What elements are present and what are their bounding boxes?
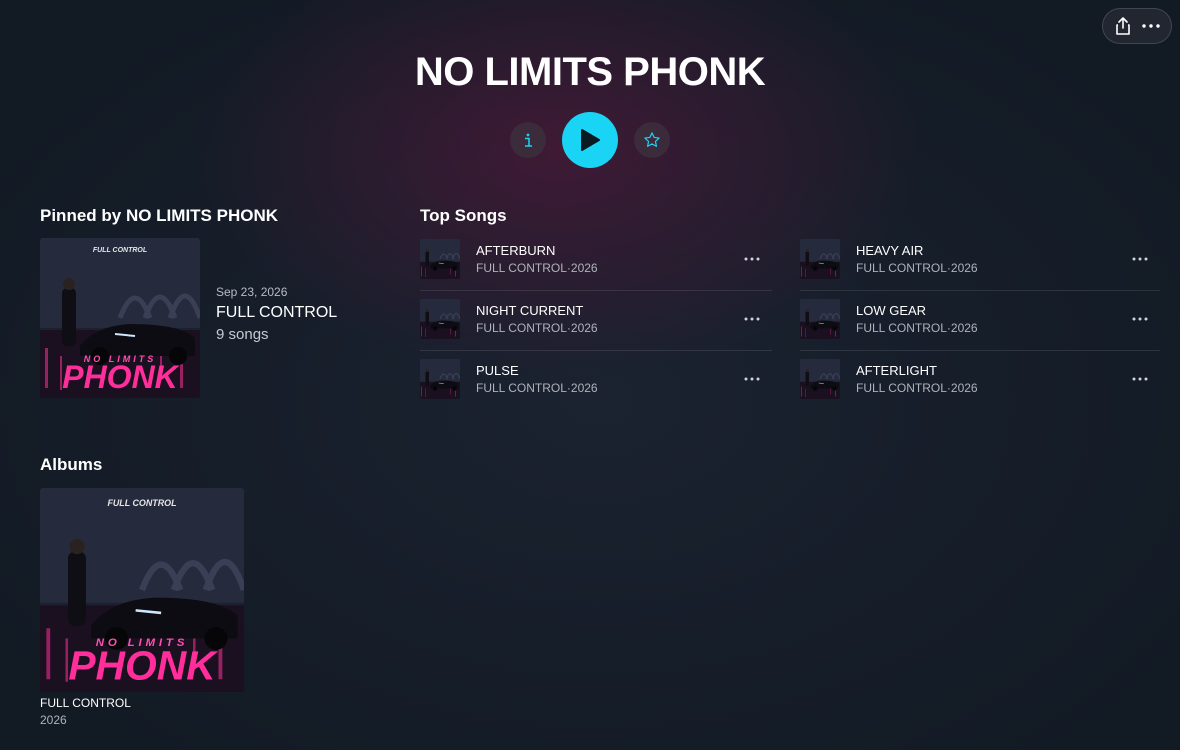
song-text: AFTERBURN FULL CONTROL·2026 bbox=[476, 243, 740, 275]
song-text: PULSE FULL CONTROL·2026 bbox=[476, 363, 740, 395]
divider bbox=[420, 350, 772, 351]
song-subtitle: FULL CONTROL·2026 bbox=[476, 321, 740, 335]
more-icon bbox=[1132, 317, 1148, 321]
more-icon bbox=[1132, 257, 1148, 261]
song-row[interactable]: PULSE FULL CONTROL·2026 bbox=[420, 356, 772, 402]
pinned-title[interactable]: FULL CONTROL bbox=[216, 304, 337, 322]
song-more-button[interactable] bbox=[740, 307, 764, 331]
pinned-section-title: Pinned by NO LIMITS PHONK bbox=[40, 206, 279, 225]
album-art-image bbox=[800, 239, 840, 279]
more-icon bbox=[1132, 377, 1148, 381]
divider bbox=[420, 290, 772, 291]
more-icon bbox=[744, 317, 760, 321]
song-album[interactable]: FULL CONTROL bbox=[476, 261, 567, 275]
info-button[interactable] bbox=[510, 122, 546, 158]
share-icon[interactable] bbox=[1111, 14, 1135, 38]
song-more-button[interactable] bbox=[1128, 307, 1152, 331]
song-text: NIGHT CURRENT FULL CONTROL·2026 bbox=[476, 303, 740, 335]
song-text: LOW GEAR FULL CONTROL·2026 bbox=[856, 303, 1128, 335]
play-button[interactable] bbox=[562, 112, 618, 168]
song-subtitle: FULL CONTROL·2026 bbox=[856, 381, 1128, 395]
more-icon bbox=[744, 377, 760, 381]
toolbar bbox=[1102, 8, 1172, 44]
song-year: 2026 bbox=[570, 261, 598, 275]
more-icon bbox=[744, 257, 760, 261]
song-album[interactable]: FULL CONTROL bbox=[476, 381, 567, 395]
song-year: 2026 bbox=[570, 381, 598, 395]
art-top-text: FULL CONTROL bbox=[93, 247, 147, 254]
more-icon[interactable] bbox=[1139, 14, 1163, 38]
divider bbox=[800, 290, 1160, 291]
song-album[interactable]: FULL CONTROL bbox=[476, 321, 567, 335]
song-album[interactable]: FULL CONTROL bbox=[856, 381, 947, 395]
song-title: NIGHT CURRENT bbox=[476, 303, 584, 318]
pinned-song-count: 9 songs bbox=[216, 326, 269, 343]
album-card-title[interactable]: FULL CONTROL bbox=[40, 696, 131, 710]
song-title: AFTERBURN bbox=[476, 243, 556, 258]
song-thumbnail bbox=[420, 299, 460, 339]
song-text: AFTERLIGHT FULL CONTROL·2026 bbox=[856, 363, 1128, 395]
song-subtitle: FULL CONTROL·2026 bbox=[856, 321, 1128, 335]
divider bbox=[800, 350, 1160, 351]
song-row[interactable]: HEAVY AIR FULL CONTROL·2026 bbox=[800, 236, 1160, 282]
albums-section-title: Albums bbox=[40, 455, 103, 474]
album-card-year: 2026 bbox=[40, 713, 67, 727]
song-year: 2026 bbox=[950, 381, 978, 395]
album-art-image bbox=[420, 359, 460, 399]
star-icon bbox=[644, 132, 660, 147]
song-more-button[interactable] bbox=[740, 367, 764, 391]
song-subtitle: FULL CONTROL·2026 bbox=[476, 261, 740, 275]
pinned-album-art[interactable]: FULL CONTROL NO LIMITS PHONK bbox=[40, 238, 200, 398]
song-more-button[interactable] bbox=[1128, 247, 1152, 271]
song-thumbnail bbox=[420, 359, 460, 399]
song-title: PULSE bbox=[476, 363, 519, 378]
pinned-date: Sep 23, 2026 bbox=[216, 285, 288, 299]
song-title: AFTERLIGHT bbox=[856, 363, 937, 378]
album-art-image bbox=[800, 359, 840, 399]
favorite-button[interactable] bbox=[634, 122, 670, 158]
play-icon bbox=[581, 129, 600, 151]
song-album[interactable]: FULL CONTROL bbox=[856, 321, 947, 335]
album-card-meta: FULL CONTROL 2026 bbox=[40, 696, 131, 727]
song-title: HEAVY AIR bbox=[856, 243, 924, 258]
song-year: 2026 bbox=[950, 261, 978, 275]
info-icon bbox=[525, 133, 532, 147]
album-art-image: FULL CONTROL NO LIMITS PHONK bbox=[40, 238, 200, 398]
song-more-button[interactable] bbox=[1128, 367, 1152, 391]
song-album[interactable]: FULL CONTROL bbox=[856, 261, 947, 275]
song-year: 2026 bbox=[570, 321, 598, 335]
song-thumbnail bbox=[800, 239, 840, 279]
album-art-image bbox=[420, 239, 460, 279]
song-row[interactable]: AFTERBURN FULL CONTROL·2026 bbox=[420, 236, 772, 282]
song-row[interactable]: LOW GEAR FULL CONTROL·2026 bbox=[800, 296, 1160, 342]
artist-controls bbox=[0, 112, 1180, 168]
art-top-text: FULL CONTROL bbox=[107, 498, 176, 508]
art-line2: PHONK bbox=[62, 359, 180, 395]
artist-title: NO LIMITS PHONK bbox=[414, 50, 766, 94]
song-row[interactable]: AFTERLIGHT FULL CONTROL·2026 bbox=[800, 356, 1160, 402]
song-subtitle: FULL CONTROL·2026 bbox=[856, 261, 1128, 275]
pinned-meta: Sep 23, 2026 FULL CONTROL 9 songs bbox=[216, 285, 337, 343]
album-art-image: FULL CONTROL NO LIMITS PHONK bbox=[40, 488, 244, 692]
song-row[interactable]: NIGHT CURRENT FULL CONTROL·2026 bbox=[420, 296, 772, 342]
album-card-art[interactable]: FULL CONTROL NO LIMITS PHONK bbox=[40, 488, 244, 692]
album-art-image bbox=[800, 299, 840, 339]
song-text: HEAVY AIR FULL CONTROL·2026 bbox=[856, 243, 1128, 275]
song-title: LOW GEAR bbox=[856, 303, 927, 318]
song-thumbnail bbox=[800, 359, 840, 399]
art-line2: PHONK bbox=[68, 642, 218, 688]
song-more-button[interactable] bbox=[740, 247, 764, 271]
song-year: 2026 bbox=[950, 321, 978, 335]
album-art-image bbox=[420, 299, 460, 339]
song-thumbnail bbox=[800, 299, 840, 339]
top-songs-title[interactable]: Top Songs bbox=[420, 206, 507, 226]
song-subtitle: FULL CONTROL·2026 bbox=[476, 381, 740, 395]
song-thumbnail bbox=[420, 239, 460, 279]
